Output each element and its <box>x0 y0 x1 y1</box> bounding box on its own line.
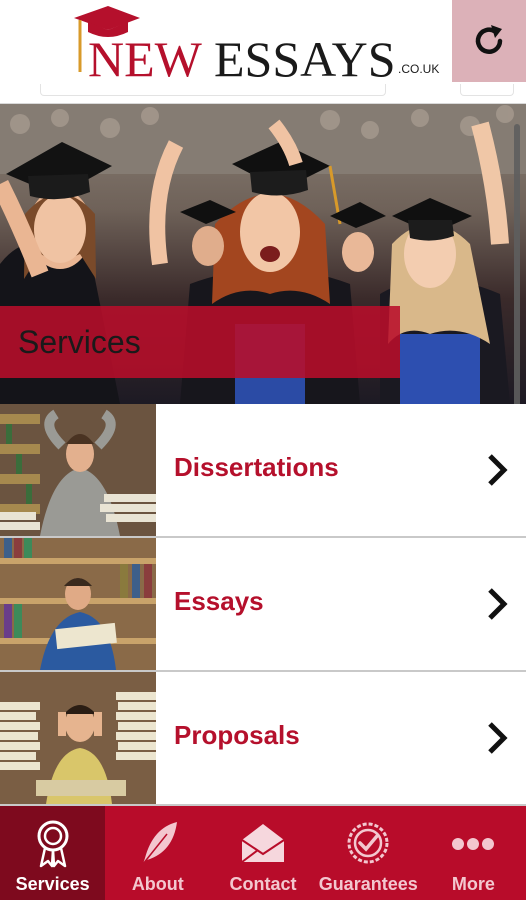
logo-domain: .CO.UK <box>398 62 440 76</box>
list-item-dissertations[interactable]: Dissertations <box>0 404 526 538</box>
tab-label: Guarantees <box>318 874 418 894</box>
list-item-essays[interactable]: Essays <box>0 538 526 672</box>
chevron-right-icon <box>488 588 508 620</box>
checkmark-seal-icon <box>347 822 389 864</box>
list-item-label: Dissertations <box>174 452 339 482</box>
rosette-icon <box>37 820 69 868</box>
list-item-proposals[interactable]: Proposals <box>0 672 526 806</box>
services-banner-title: Services <box>18 324 141 360</box>
logo-word-new: NEW <box>88 31 202 87</box>
list-item-label: Essays <box>174 586 264 616</box>
feather-icon <box>142 822 177 865</box>
chevron-right-icon <box>488 722 508 754</box>
new-essays-logo: NEW ESSAYS .CO.UK <box>72 4 452 84</box>
tab-services[interactable]: Services <box>0 806 106 900</box>
student-with-books-photo <box>0 672 156 804</box>
list-item-label: Proposals <box>174 720 300 750</box>
app-header: NEW ESSAYS .CO.UK <box>0 0 526 104</box>
hero-graduates-image: Services <box>0 104 526 404</box>
bottom-tab-bar: Services About Contact Guarantees More <box>0 806 526 900</box>
services-list: Dissertations Essays Proposals <box>0 404 526 806</box>
tab-about[interactable]: About <box>105 806 210 900</box>
services-banner: Services <box>0 306 400 378</box>
logo-word-essays: ESSAYS <box>214 31 396 87</box>
student-reading-photo <box>0 538 156 670</box>
more-dots-icon <box>452 838 495 850</box>
tab-label: About <box>131 874 184 894</box>
tab-label: Contact <box>229 874 297 894</box>
tab-label: More <box>451 874 495 894</box>
tab-label: Services <box>15 874 90 894</box>
header-mini-strip <box>460 84 514 96</box>
refresh-button[interactable] <box>452 0 526 82</box>
tab-guarantees[interactable]: Guarantees <box>316 806 421 900</box>
stressed-student-photo <box>0 404 156 536</box>
header-search-strip <box>40 84 386 96</box>
tab-more[interactable]: More <box>421 806 526 900</box>
tab-contact[interactable]: Contact <box>210 806 315 900</box>
refresh-icon <box>475 25 503 54</box>
envelope-icon <box>241 824 285 863</box>
chevron-right-icon <box>488 454 508 486</box>
